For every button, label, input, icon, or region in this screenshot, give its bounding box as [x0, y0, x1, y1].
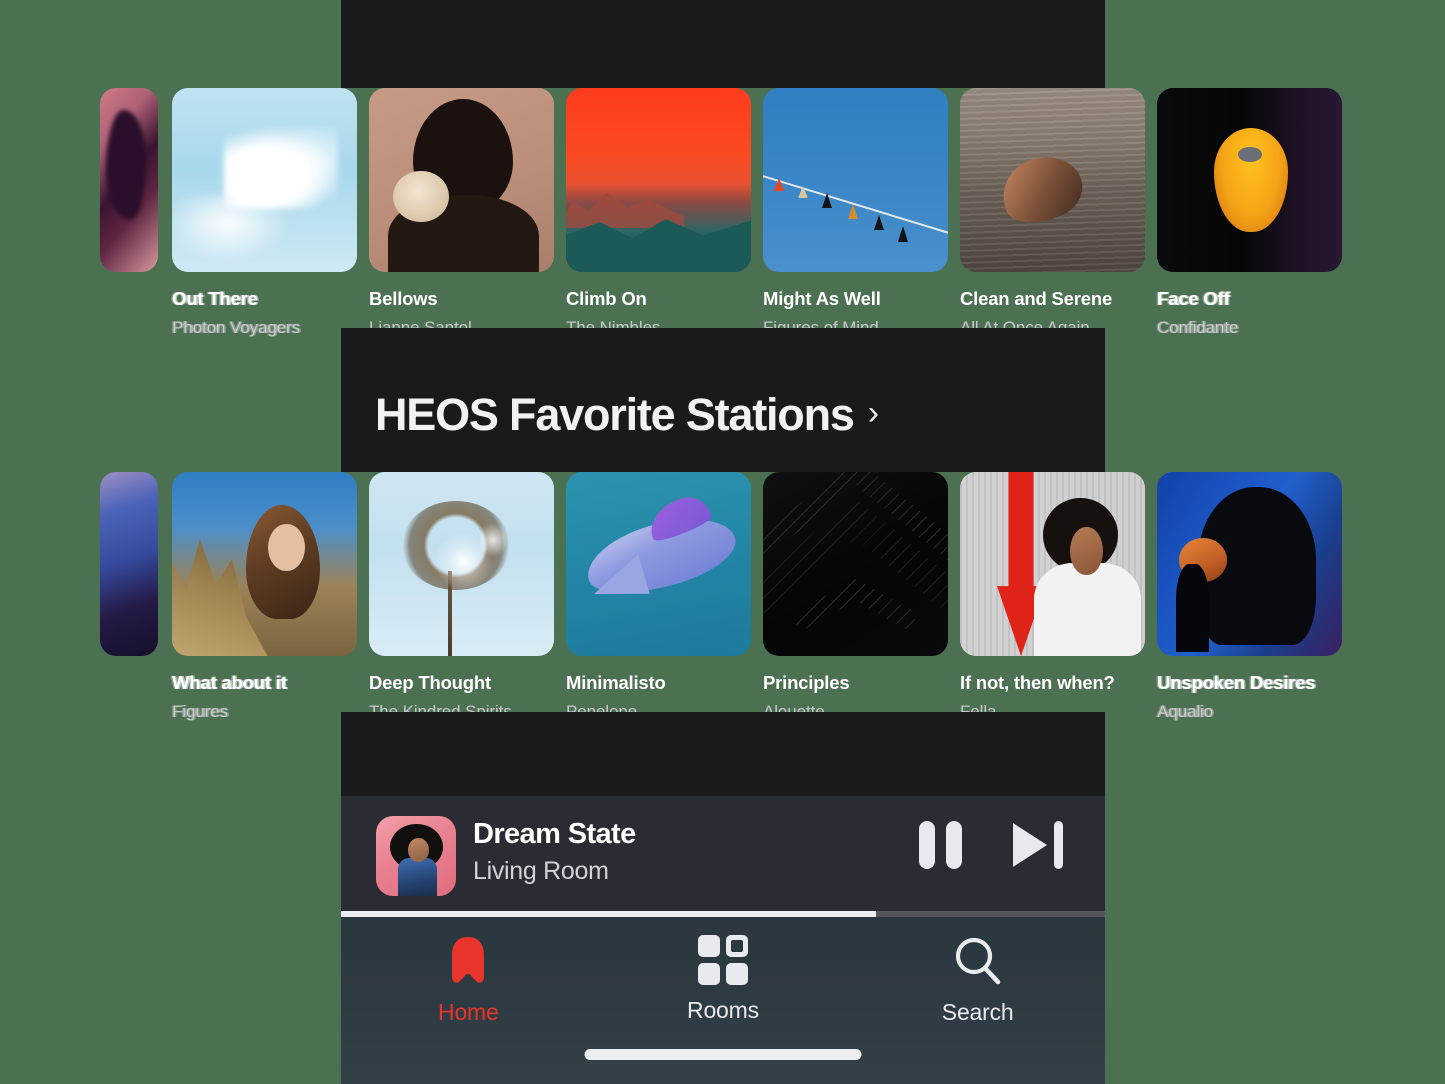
home-indicator[interactable]	[584, 1049, 861, 1060]
album-artwork[interactable]	[172, 472, 357, 656]
carousel-row-top[interactable]: Out There Photon Voyagers BellowsLianne Sa…	[0, 88, 1445, 348]
device-background-top	[341, 0, 1105, 88]
album-title: What about it	[172, 672, 287, 693]
album-title: Might As Well	[763, 288, 881, 309]
now-playing-room: Living Room	[473, 857, 609, 885]
album-card[interactable]: Out There Photon Voyagers	[172, 88, 357, 338]
album-card[interactable]: BellowsLianne Santol	[369, 88, 554, 338]
rooms-icon	[697, 935, 748, 985]
tab-search-label: Search	[941, 999, 1014, 1025]
artwork-detail	[1175, 564, 1209, 653]
album-artwork[interactable]	[763, 472, 948, 656]
artwork-detail	[393, 170, 449, 223]
tab-home-label: Home	[438, 999, 499, 1025]
album-card[interactable]: Deep ThoughtThe Kindred Spirits	[369, 472, 554, 722]
playback-progress-fill	[341, 911, 876, 917]
album-card[interactable]: PrinciplesAlouette	[763, 472, 948, 722]
search-icon	[952, 935, 1004, 987]
artwork-detail	[408, 838, 429, 863]
album-artwork[interactable]	[1157, 88, 1342, 272]
album-title: Out There	[172, 288, 258, 309]
album-card[interactable]: Clean and SereneAll At Once Again	[960, 88, 1145, 338]
album-artwork[interactable]	[566, 472, 751, 656]
album-artist: Aqualio	[1157, 702, 1214, 721]
album-title: If not, then when?	[960, 672, 1115, 693]
album-card[interactable]: Might As WellFigures of Mind	[763, 88, 948, 338]
album-card[interactable]: If not, then when?Fella	[960, 472, 1145, 722]
album-card[interactable]: What about it Figures	[172, 472, 357, 722]
album-artwork[interactable]	[960, 472, 1145, 656]
album-artwork[interactable]	[172, 88, 357, 272]
album-title: Clean and Serene	[960, 288, 1113, 309]
carousel-row-heos-favorite-stations[interactable]: What about it Figures Deep ThoughtThe Kind…	[0, 472, 1445, 732]
album-artwork[interactable]	[960, 88, 1145, 272]
album-title: Climb On	[566, 288, 647, 309]
album-card[interactable]: Unspoken Desires Aqualio	[1157, 472, 1342, 722]
artwork-detail	[796, 578, 915, 634]
tab-rooms-label: Rooms	[687, 997, 759, 1023]
album-artwork[interactable]	[566, 88, 751, 272]
screenshot-stage: Out There Photon Voyagers BellowsLianne Sa…	[0, 0, 1445, 1084]
tab-search[interactable]: Search	[878, 935, 1078, 1026]
album-card-partial[interactable]	[100, 88, 158, 272]
next-track-icon[interactable]	[1013, 821, 1063, 869]
now-playing-bar[interactable]: Dream State Living Room	[341, 796, 1105, 916]
album-artwork[interactable]	[1157, 472, 1342, 656]
album-artwork[interactable]	[369, 472, 554, 656]
playback-progress-bar[interactable]	[341, 911, 1105, 917]
section-header-heos-favorite-stations[interactable]: HEOS Favorite Stations ›	[375, 392, 879, 437]
album-card[interactable]: Climb OnThe Nimbles	[566, 88, 751, 338]
playback-controls	[919, 821, 1063, 869]
home-icon	[442, 935, 494, 987]
section-title: HEOS Favorite Stations	[375, 389, 855, 440]
album-card-partial[interactable]	[100, 472, 158, 656]
album-card[interactable]: Face Off Confidante	[1157, 88, 1342, 338]
album-artwork[interactable]	[100, 472, 158, 656]
now-playing-artwork	[376, 816, 456, 896]
album-card[interactable]: MinimalistoPenelope	[566, 472, 751, 722]
album-artwork[interactable]	[763, 88, 948, 272]
album-title: Face Off	[1157, 288, 1230, 309]
album-artist: Figures	[172, 702, 228, 721]
album-artwork[interactable]	[100, 88, 158, 272]
album-artist: Confidante	[1157, 318, 1239, 337]
album-title: Principles	[763, 672, 850, 693]
album-artwork[interactable]	[369, 88, 554, 272]
album-title: Deep Thought	[369, 672, 491, 693]
album-title: Bellows	[369, 288, 438, 309]
artwork-detail	[268, 523, 306, 572]
now-playing-text: Dream State Living Room	[473, 818, 636, 886]
album-artist: Photon Voyagers	[172, 318, 300, 337]
now-playing-track: Dream State	[473, 818, 636, 850]
artwork-detail	[593, 550, 653, 600]
tab-rooms[interactable]: Rooms	[623, 935, 823, 1024]
pause-icon[interactable]	[919, 821, 963, 869]
album-title: Unspoken Desires	[1157, 672, 1316, 693]
album-title: Minimalisto	[566, 672, 666, 693]
device-background-bottom	[341, 712, 1105, 796]
tab-home[interactable]: Home	[368, 935, 568, 1026]
chevron-right-icon: ›	[867, 393, 880, 432]
